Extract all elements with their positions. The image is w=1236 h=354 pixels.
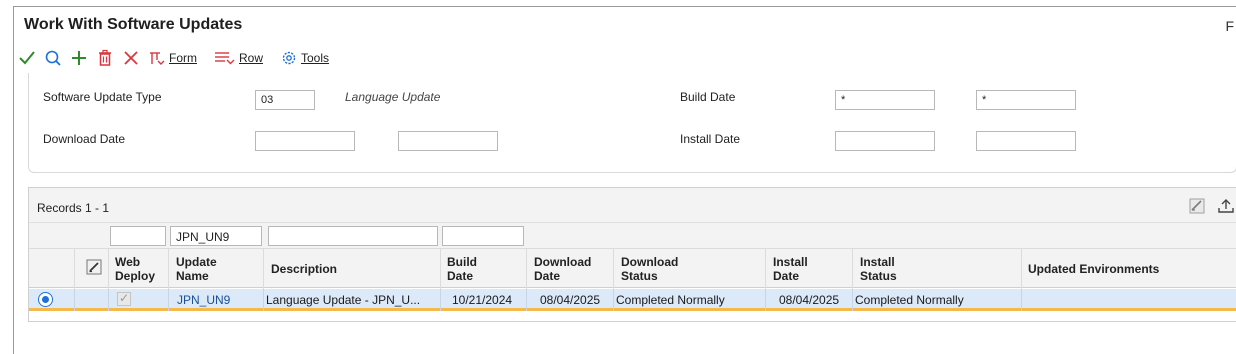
col-divider [74, 249, 75, 289]
row-menu-label: Row [239, 51, 263, 65]
records-grid: Records 1 - 1 JPN_UN9 Web Deploy Update … [28, 187, 1236, 322]
install-date-label: Install Date [680, 132, 741, 146]
title-edge-text: F [1225, 18, 1234, 34]
cell-divider [1021, 289, 1022, 311]
col-header-install-date[interactable]: Install Date [773, 255, 823, 283]
form-menu-icon [148, 49, 166, 67]
cell-divider [168, 289, 169, 311]
qbe-build-date[interactable] [442, 226, 524, 246]
gear-icon [280, 49, 298, 67]
col-divider [108, 249, 109, 289]
build-date-to-field[interactable]: * [976, 90, 1076, 110]
software-update-type-label: Software Update Type [43, 90, 162, 104]
tools-menu-button[interactable]: Tools [280, 47, 329, 69]
checkmark-icon [18, 49, 36, 67]
cell-install-status: Completed Normally [855, 293, 964, 307]
cell-update-name[interactable]: JPN_UN9 [177, 293, 230, 307]
col-header-download-date[interactable]: Download Date [534, 255, 604, 283]
col-divider [263, 249, 264, 289]
col-divider [526, 249, 527, 289]
search-icon [44, 49, 62, 67]
query-by-example-row: JPN_UN9 [29, 222, 1236, 248]
cell-divider [613, 289, 614, 311]
app-frame: Work With Software Updates F Form Row To… [13, 6, 1236, 354]
build-date-label: Build Date [680, 90, 736, 104]
cell-download-date: 08/04/2025 [540, 293, 601, 307]
cell-divider [852, 289, 853, 311]
col-header-web-deploy[interactable]: Web Deploy [115, 255, 163, 283]
row-select-radio[interactable] [38, 292, 53, 307]
web-deploy-checkbox [117, 291, 131, 306]
row-edit-icon [86, 259, 102, 278]
col-divider [168, 249, 169, 289]
col-header-description[interactable]: Description [271, 262, 337, 276]
delete-button[interactable] [96, 47, 114, 69]
col-header-update-name[interactable]: Update Name [176, 255, 236, 283]
software-update-type-field[interactable]: 03 [255, 90, 315, 110]
cell-build-date: 10/21/2024 [452, 293, 513, 307]
download-date-label: Download Date [43, 132, 126, 146]
col-divider [852, 249, 853, 289]
plus-icon [70, 49, 88, 67]
download-date-from-field[interactable] [255, 131, 355, 151]
col-divider [440, 249, 441, 289]
software-update-type-description: Language Update [345, 90, 441, 104]
col-header-install-status[interactable]: Install Status [860, 255, 920, 283]
cell-install-date: 08/04/2025 [779, 293, 840, 307]
ok-button[interactable] [18, 47, 36, 69]
form-menu-button[interactable]: Form [148, 47, 197, 69]
col-header-build-date[interactable]: Build Date [447, 255, 487, 283]
qbe-web-deploy[interactable] [110, 226, 166, 246]
cell-divider [526, 289, 527, 311]
col-divider [1021, 249, 1022, 289]
install-date-to-field[interactable] [976, 131, 1076, 151]
col-header-updated-environments[interactable]: Updated Environments [1028, 262, 1159, 276]
title-bar: Work With Software Updates F [14, 7, 1236, 43]
cell-download-status: Completed Normally [616, 293, 725, 307]
cell-divider [765, 289, 766, 311]
col-divider [765, 249, 766, 289]
build-date-from-field[interactable]: * [835, 90, 935, 110]
search-criteria-panel: Software Update Type 03 Language Update … [28, 73, 1236, 173]
qbe-update-name[interactable]: JPN_UN9 [170, 226, 262, 246]
cell-divider [108, 289, 109, 311]
records-count: Records 1 - 1 [37, 201, 110, 215]
install-date-from-field[interactable] [835, 131, 935, 151]
cell-divider [440, 289, 441, 311]
customize-grid-icon[interactable] [1189, 198, 1205, 217]
qbe-description[interactable] [268, 226, 438, 246]
row-menu-text: Row [239, 51, 264, 65]
form-menu-text: Form [169, 51, 197, 65]
table-row[interactable]: JPN_UN9 Language Update - JPN_U... 10/21… [29, 289, 1236, 311]
form-menu-label: Form [169, 51, 197, 65]
tools-menu-text: Tools [301, 51, 330, 65]
page-title: Work With Software Updates [24, 16, 243, 33]
add-button[interactable] [70, 47, 88, 69]
find-button[interactable] [44, 47, 62, 69]
col-divider [613, 249, 614, 289]
export-icon[interactable] [1217, 198, 1235, 217]
tools-menu-label: Tools [301, 51, 329, 65]
row-menu-icon [214, 49, 236, 67]
toolbar: Form Row Tools [14, 43, 1236, 73]
col-header-download-status[interactable]: Download Status [621, 255, 691, 283]
column-header-row: Web Deploy Update Name Description Build… [29, 248, 1236, 289]
cell-divider [263, 289, 264, 311]
close-icon [122, 49, 140, 67]
grid-header-bar: Records 1 - 1 [29, 188, 1236, 222]
cell-description: Language Update - JPN_U... [266, 293, 421, 307]
close-button[interactable] [122, 47, 140, 69]
download-date-to-field[interactable] [398, 131, 498, 151]
cell-divider [74, 289, 75, 311]
trash-icon [96, 49, 114, 67]
row-menu-button[interactable]: Row [214, 47, 263, 69]
